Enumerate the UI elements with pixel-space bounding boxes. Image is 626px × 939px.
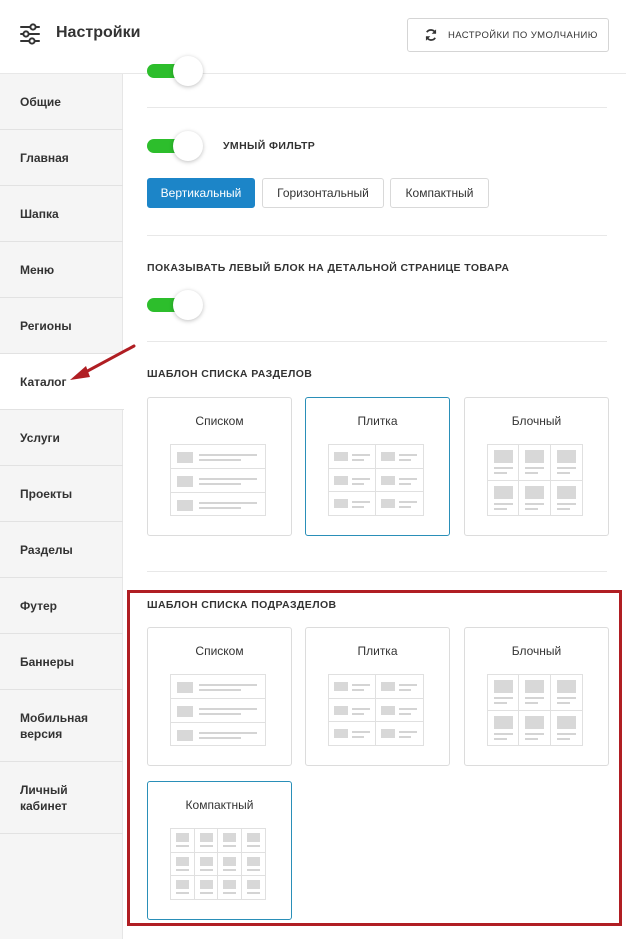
sidebar-item-label: Личный кабинет bbox=[20, 782, 68, 813]
subsections-template-block-card[interactable]: Блочный bbox=[464, 627, 609, 766]
filter-vertical-button[interactable]: Вертикальный bbox=[147, 178, 255, 208]
subsections-template-label: ШАБЛОН СПИСКА ПОДРАЗДЕЛОВ bbox=[147, 599, 337, 611]
list-preview-icon bbox=[170, 444, 266, 516]
sidebar-item-label: Мобильная версия bbox=[20, 710, 89, 741]
sidebar-item-menu[interactable]: Меню bbox=[0, 242, 123, 298]
sidebar-item-label: Баннеры bbox=[20, 654, 75, 669]
card-label: Блочный bbox=[511, 644, 562, 658]
sidebar-item-catalog[interactable]: Каталог bbox=[0, 354, 124, 410]
refresh-icon bbox=[425, 29, 437, 41]
divider bbox=[147, 341, 607, 342]
sidebar: Общие Главная Шапка Меню Регионы Каталог… bbox=[0, 74, 124, 939]
sections-template-list-card[interactable]: Списком bbox=[147, 397, 292, 536]
sidebar-item-label: Меню bbox=[20, 262, 55, 277]
sidebar-item-label: Главная bbox=[20, 150, 69, 165]
sections-template-label: ШАБЛОН СПИСКА РАЗДЕЛОВ bbox=[147, 368, 313, 380]
tile-preview-icon bbox=[328, 444, 424, 516]
sidebar-item-label: Футер bbox=[20, 598, 57, 613]
sidebar-item-label: Общие bbox=[20, 94, 61, 109]
sidebar-item-header[interactable]: Шапка bbox=[0, 186, 123, 242]
main-content: УМНЫЙ ФИЛЬТР Вертикальный Горизонтальный… bbox=[123, 56, 626, 939]
sidebar-item-label: Проекты bbox=[20, 486, 73, 501]
filter-horizontal-button[interactable]: Горизонтальный bbox=[262, 178, 384, 208]
sidebar-item-main[interactable]: Главная bbox=[0, 130, 123, 186]
card-label: Плитка bbox=[357, 644, 398, 658]
compact-preview-icon bbox=[170, 828, 266, 900]
divider bbox=[147, 571, 607, 572]
block-preview-icon bbox=[487, 674, 583, 746]
sidebar-item-regions[interactable]: Регионы bbox=[0, 298, 123, 354]
divider bbox=[147, 107, 607, 108]
sidebar-item-projects[interactable]: Проекты bbox=[0, 466, 123, 522]
list-preview-icon bbox=[170, 674, 266, 746]
toggle-knob bbox=[173, 56, 203, 86]
sidebar-item-account[interactable]: Личный кабинет bbox=[0, 762, 123, 834]
page-title: Настройки bbox=[56, 24, 141, 41]
sidebar-item-label: Разделы bbox=[20, 542, 73, 557]
sidebar-item-label: Шапка bbox=[20, 206, 59, 221]
sections-template-block-card[interactable]: Блочный bbox=[464, 397, 609, 536]
left-block-toggle[interactable] bbox=[147, 290, 203, 322]
sidebar-item-general[interactable]: Общие bbox=[0, 74, 123, 130]
card-label: Блочный bbox=[511, 414, 562, 428]
sidebar-item-label: Каталог bbox=[20, 374, 67, 389]
sidebar-item-label: Регионы bbox=[20, 318, 72, 333]
filter-compact-button[interactable]: Компактный bbox=[390, 178, 489, 208]
card-label: Списком bbox=[195, 414, 244, 428]
reset-defaults-label: НАСТРОЙКИ ПО УМОЛЧАНИЮ bbox=[448, 29, 598, 41]
left-block-label: ПОКАЗЫВАТЬ ЛЕВЫЙ БЛОК НА ДЕТАЛЬНОЙ СТРАН… bbox=[147, 262, 510, 274]
sliders-icon[interactable] bbox=[18, 22, 42, 46]
card-label: Списком bbox=[195, 644, 244, 658]
sidebar-item-mobile[interactable]: Мобильная версия bbox=[0, 690, 123, 762]
sidebar-item-label: Услуги bbox=[20, 430, 60, 445]
sidebar-item-sections[interactable]: Разделы bbox=[0, 522, 123, 578]
block-preview-icon bbox=[487, 444, 583, 516]
sections-template-tile-card[interactable]: Плитка bbox=[305, 397, 450, 536]
tile-preview-icon bbox=[328, 674, 424, 746]
sidebar-item-services[interactable]: Услуги bbox=[0, 410, 123, 466]
subsections-template-compact-card[interactable]: Компактный bbox=[147, 781, 292, 920]
subsections-template-list-card[interactable]: Списком bbox=[147, 627, 292, 766]
smart-filter-toggle[interactable] bbox=[147, 131, 203, 163]
toggle-previous[interactable] bbox=[147, 56, 203, 88]
sidebar-item-footer[interactable]: Футер bbox=[0, 578, 123, 634]
reset-defaults-button[interactable]: НАСТРОЙКИ ПО УМОЛЧАНИЮ bbox=[407, 18, 609, 52]
divider bbox=[147, 235, 607, 236]
card-label: Плитка bbox=[357, 414, 398, 428]
card-label: Компактный bbox=[185, 798, 254, 812]
header: Настройки НАСТРОЙКИ ПО УМОЛЧАНИЮ bbox=[0, 0, 626, 74]
toggle-knob bbox=[173, 290, 203, 320]
subsections-template-tile-card[interactable]: Плитка bbox=[305, 627, 450, 766]
sidebar-item-banners[interactable]: Баннеры bbox=[0, 634, 123, 690]
smart-filter-label: УМНЫЙ ФИЛЬТР bbox=[223, 140, 316, 152]
toggle-knob bbox=[173, 131, 203, 161]
